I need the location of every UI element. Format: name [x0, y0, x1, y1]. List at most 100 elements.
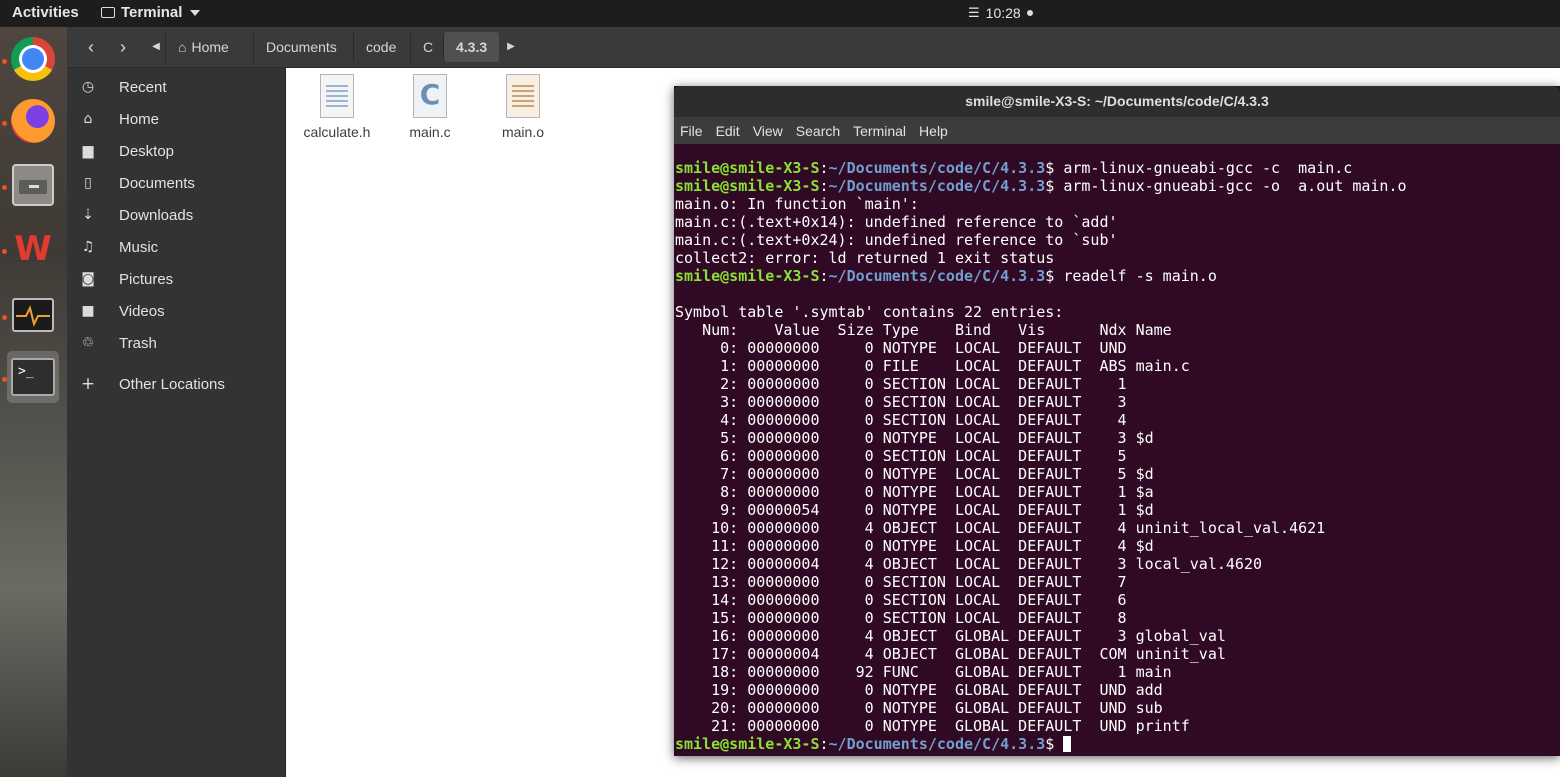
line-text: 5: 00000000 0 NOTYPE LOCAL DEFAULT 3 $d [675, 429, 1154, 447]
line-text: 4: 00000000 0 SECTION LOCAL DEFAULT 4 [675, 411, 1136, 429]
terminal-menubar: File Edit View Search Terminal Help [674, 117, 1560, 144]
breadcrumb-home[interactable]: ⌂ Home [165, 32, 241, 62]
terminal-output-line: 3: 00000000 0 SECTION LOCAL DEFAULT 3 [675, 393, 1560, 411]
terminal-output-line: 15: 00000000 0 SECTION LOCAL DEFAULT 8 [675, 609, 1560, 627]
breadcrumb-current[interactable]: 4.3.3 [443, 32, 500, 62]
sidebar-item-documents[interactable]: ▯ Documents [67, 167, 285, 199]
terminal-title-bar[interactable]: smile@smile-X3-S: ~/Documents/code/C/4.3… [674, 86, 1560, 117]
file-item-main-o[interactable]: main.o [478, 74, 568, 140]
dropdown-arrow-icon [190, 9, 201, 16]
files-launcher[interactable] [7, 159, 59, 211]
terminal-output-line: 5: 00000000 0 NOTYPE LOCAL DEFAULT 3 $d [675, 429, 1560, 447]
prompt-user: smile@smile-X3-S [675, 735, 820, 753]
menu-file[interactable]: File [680, 123, 703, 139]
sidebar-item-other-locations[interactable]: + Other Locations [67, 368, 285, 400]
line-text: arm-linux-gnueabi-gcc -o a.out main.o [1054, 177, 1407, 195]
sidebar-item-downloads[interactable]: ⇣ Downloads [67, 199, 285, 231]
video-icon: ■ [81, 303, 95, 319]
notification-dot-icon [1026, 10, 1033, 16]
dock: W >_ [0, 27, 67, 777]
menu-help[interactable]: Help [919, 123, 948, 139]
line-text: readelf -s main.o [1054, 267, 1217, 285]
line-text: collect2: error: ld returned 1 exit stat… [675, 249, 1055, 267]
menu-edit[interactable]: Edit [716, 123, 740, 139]
breadcrumb-code[interactable]: code [353, 32, 408, 62]
sidebar-item-music[interactable]: ♫ Music [67, 231, 285, 263]
terminal-output-line: 11: 00000000 0 NOTYPE LOCAL DEFAULT 4 $d [675, 537, 1560, 555]
terminal-output[interactable]: smile@smile-X3-S:~/Documents/code/C/4.3.… [674, 144, 1560, 753]
home-icon: ⌂ [178, 39, 187, 55]
terminal-output-line: collect2: error: ld returned 1 exit stat… [675, 249, 1560, 267]
file-name: main.c [409, 124, 451, 140]
firefox-launcher[interactable] [7, 95, 59, 147]
prompt-path: ~/Documents/code/C/4.3.3 [828, 159, 1046, 177]
sidebar-item-trash[interactable]: ♲ Trash [67, 327, 285, 359]
terminal-prompt-line: smile@smile-X3-S:~/Documents/code/C/4.3.… [675, 735, 1560, 753]
app-menu-label: Terminal [121, 4, 183, 21]
breadcrumb-documents[interactable]: Documents [253, 32, 349, 62]
calendar-menu-icon: ☰ [968, 5, 980, 20]
terminal-output-line: 17: 00000004 4 OBJECT GLOBAL DEFAULT COM… [675, 645, 1560, 663]
menu-view[interactable]: View [753, 123, 783, 139]
terminal-output-line: 20: 00000000 0 NOTYPE GLOBAL DEFAULT UND… [675, 699, 1560, 717]
line-text: 21: 00000000 0 NOTYPE GLOBAL DEFAULT UND… [675, 717, 1190, 735]
terminal-icon: >_ [11, 358, 55, 396]
line-text: 16: 00000000 4 OBJECT GLOBAL DEFAULT 3 g… [675, 627, 1226, 645]
line-text: 14: 00000000 0 SECTION LOCAL DEFAULT 6 [675, 591, 1136, 609]
firefox-icon [11, 99, 55, 143]
line-text: 3: 00000000 0 SECTION LOCAL DEFAULT 3 [675, 393, 1136, 411]
files-icon [12, 164, 54, 206]
sidebar-item-desktop[interactable]: ▆ Desktop [67, 135, 285, 167]
file-manager-header: ‹ › ◀ ⌂ Home Documents code C 4.3.3 ▶ [67, 27, 1560, 68]
line-text: 7: 00000000 0 NOTYPE LOCAL DEFAULT 5 $d [675, 465, 1154, 483]
breadcrumb-c[interactable]: C [410, 32, 445, 62]
sidebar-item-label: Downloads [119, 206, 194, 224]
app-menu[interactable]: Terminal [101, 4, 201, 21]
back-button[interactable]: ‹ [76, 34, 106, 60]
breadcrumb-scroll-right-button[interactable]: ▶ [502, 34, 520, 60]
wps-office-launcher[interactable]: W [7, 223, 59, 275]
breadcrumb-scroll-left-button[interactable]: ◀ [147, 34, 165, 60]
line-text: 1: 00000000 0 FILE LOCAL DEFAULT ABS mai… [675, 357, 1190, 375]
c-source-file-icon: C [413, 74, 447, 118]
prompt-path: ~/Documents/code/C/4.3.3 [828, 267, 1046, 285]
text-cursor [1063, 736, 1072, 752]
object-file-icon [506, 74, 540, 118]
places-sidebar: ◷ Recent ⌂ Home ▆ Desktop ▯ Documents ⇣ … [67, 68, 286, 777]
sidebar-item-videos[interactable]: ■ Videos [67, 295, 285, 327]
sidebar-item-pictures[interactable]: ◙ Pictures [67, 263, 285, 295]
terminal-output-line: 9: 00000054 0 NOTYPE LOCAL DEFAULT 1 $d [675, 501, 1560, 519]
sidebar-item-home[interactable]: ⌂ Home [67, 103, 285, 135]
terminal-prompt-line: smile@smile-X3-S:~/Documents/code/C/4.3.… [675, 177, 1407, 195]
sidebar-item-label: Videos [119, 302, 165, 320]
line-text: 6: 00000000 0 SECTION LOCAL DEFAULT 5 [675, 447, 1136, 465]
terminal-window[interactable]: smile@smile-X3-S: ~/Documents/code/C/4.3… [674, 86, 1560, 756]
line-text [1054, 735, 1063, 753]
terminal-prompt-line: smile@smile-X3-S:~/Documents/code/C/4.3.… [675, 159, 1353, 177]
system-monitor-icon [12, 298, 54, 332]
text-file-icon [320, 74, 354, 118]
prompt-user: smile@smile-X3-S [675, 159, 820, 177]
activities-button[interactable]: Activities [12, 4, 79, 21]
forward-button[interactable]: › [108, 34, 138, 60]
chrome-launcher[interactable] [7, 33, 59, 85]
sidebar-item-recent[interactable]: ◷ Recent [67, 71, 285, 103]
terminal-output-line: 4: 00000000 0 SECTION LOCAL DEFAULT 4 [675, 411, 1560, 429]
chevron-left-icon: ‹ [88, 37, 94, 57]
system-monitor-launcher[interactable] [7, 289, 59, 341]
file-item-main-c[interactable]: C main.c [385, 74, 475, 140]
menu-terminal[interactable]: Terminal [853, 123, 906, 139]
sidebar-item-label: Other Locations [119, 375, 225, 393]
terminal-launcher[interactable]: >_ [7, 351, 59, 403]
line-text: 10: 00000000 4 OBJECT LOCAL DEFAULT 4 un… [675, 519, 1326, 537]
download-icon: ⇣ [82, 207, 94, 223]
document-icon: ▯ [84, 175, 92, 191]
terminal-output-line: 12: 00000004 4 OBJECT LOCAL DEFAULT 3 lo… [675, 555, 1560, 573]
line-text: Symbol table '.symtab' contains 22 entri… [675, 303, 1064, 321]
sidebar-item-label: Desktop [119, 142, 175, 160]
clock[interactable]: ☰ 10:28 [968, 5, 1033, 21]
prompt-user: smile@smile-X3-S [675, 267, 820, 285]
terminal-output-line: main.o: In function `main': [675, 195, 1560, 213]
menu-search[interactable]: Search [796, 123, 840, 139]
file-item-calculate-h[interactable]: calculate.h [292, 74, 382, 140]
